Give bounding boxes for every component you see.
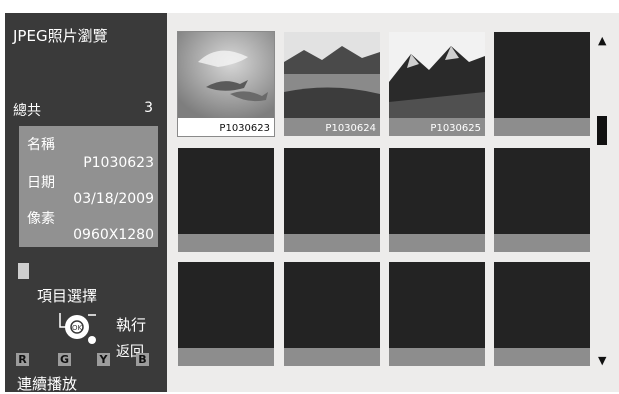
scroll-down-icon[interactable]: ▼ (598, 354, 606, 367)
thumbnail-tile[interactable]: P1030625 (389, 32, 485, 136)
thumbnail-tile-empty[interactable] (284, 148, 380, 252)
pixels-value: 0960X1280 (73, 227, 154, 243)
thumbnail-tile-empty[interactable] (494, 148, 590, 252)
thumbnail-tile-empty[interactable] (284, 262, 380, 366)
thumbnail-tile-empty[interactable] (178, 262, 274, 366)
scroll-up-icon[interactable]: ▲ (598, 34, 606, 47)
svg-text:OK: OK (72, 324, 83, 332)
thumbnail-caption-bar (494, 348, 590, 366)
continuous-play-label: 連續播放 (17, 375, 78, 393)
page-title: JPEG照片瀏覽 (13, 27, 108, 45)
thumbnail-tile-empty[interactable] (389, 262, 485, 366)
yellow-key-button[interactable]: Y (97, 353, 110, 366)
name-label: 名稱 (27, 137, 55, 153)
thumbnail-caption-bar (178, 234, 274, 252)
thumbnail-tile-empty[interactable] (494, 262, 590, 366)
sidebar: JPEG照片瀏覽 總共 3 名稱 P1030623 日期 03/18/2009 … (5, 13, 167, 393)
name-value: P1030623 (83, 155, 154, 171)
thumbnail-tile-empty[interactable] (389, 148, 485, 252)
dolphin-photo-icon (178, 32, 274, 118)
thumbnail-caption: P1030624 (325, 123, 376, 134)
thumbnail-tile-empty[interactable] (494, 32, 590, 136)
thumbnail-caption-bar (284, 234, 380, 252)
green-key-button[interactable]: G (58, 353, 71, 366)
thumbnail-tile[interactable]: P1030623 (177, 31, 275, 137)
thumbnail-caption-bar (284, 348, 380, 366)
thumbnail-caption: P1030625 (430, 123, 481, 134)
execute-label: 執行 (116, 316, 147, 334)
pixels-label: 像素 (27, 211, 55, 227)
mountain-photo-icon (389, 32, 485, 118)
total-count: 3 (144, 100, 153, 116)
info-panel: 名稱 P1030623 日期 03/18/2009 像素 0960X1280 (19, 126, 158, 247)
landscape-photo-icon (284, 32, 380, 118)
thumbnail-caption-bar (494, 234, 590, 252)
blue-key-button[interactable]: B (136, 353, 149, 366)
total-label: 總共 (13, 103, 41, 119)
red-key-button[interactable]: R (16, 353, 29, 366)
thumbnail-tile[interactable]: P1030624 (284, 32, 380, 136)
date-value: 03/18/2009 (73, 191, 154, 207)
thumbnail-caption-bar (494, 118, 590, 136)
thumbnail-caption-bar (389, 348, 485, 366)
indicator-square (18, 263, 29, 279)
remote-dial-icon: OK (59, 313, 96, 344)
item-select-label: 項目選擇 (37, 287, 98, 305)
date-label: 日期 (27, 175, 55, 191)
thumbnail-caption: P1030623 (219, 123, 270, 134)
scrollbar-thumb[interactable] (597, 116, 607, 145)
thumbnail-caption-bar (389, 234, 485, 252)
thumbnail-tile-empty[interactable] (178, 148, 274, 252)
thumbnail-caption-bar (178, 348, 274, 366)
